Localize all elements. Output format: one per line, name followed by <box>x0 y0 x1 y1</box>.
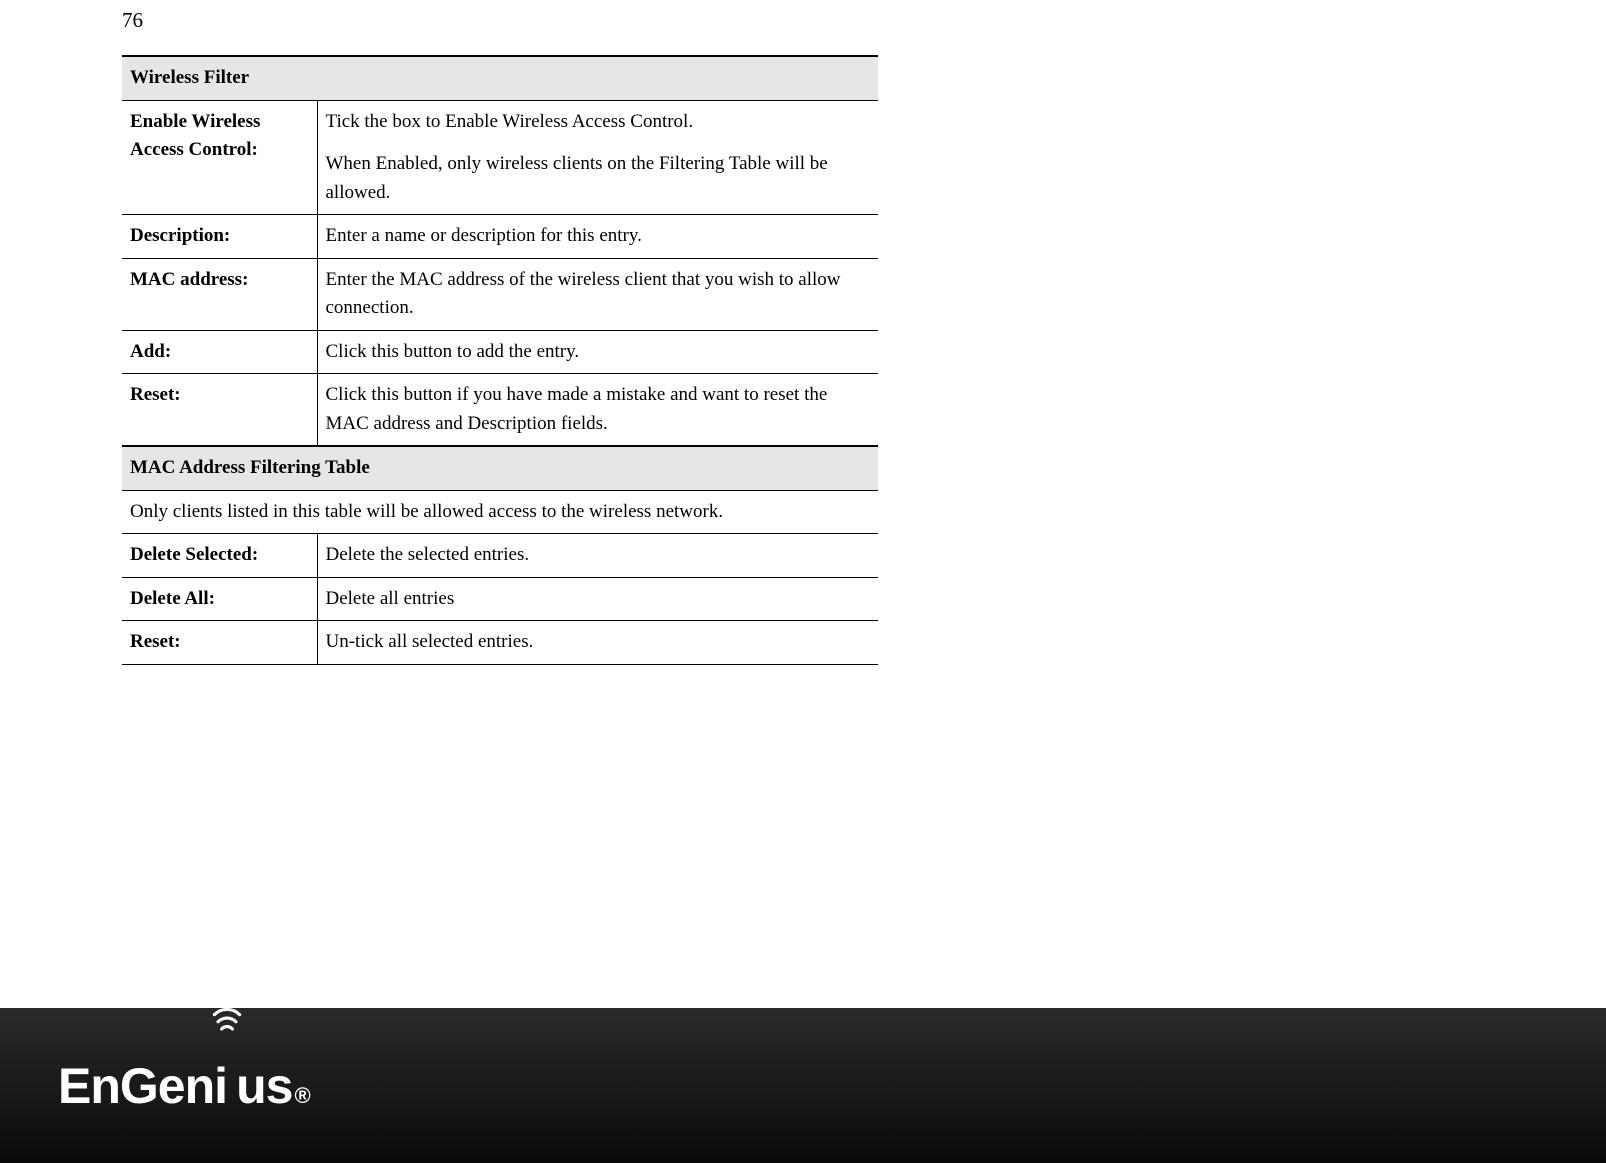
row-value-line1: Tick the box to Enable Wireless Access C… <box>326 108 871 137</box>
table-row-note: Only clients listed in this table will b… <box>122 490 878 534</box>
logo-wifi-container: i <box>214 1057 236 1115</box>
row-label: Enable Wireless Access Control: <box>122 100 317 215</box>
row-label: Add: <box>122 330 317 374</box>
table-row: Add: Click this button to add the entry. <box>122 330 878 374</box>
row-value: Tick the box to Enable Wireless Access C… <box>317 100 878 215</box>
wifi-icon <box>209 1002 245 1038</box>
logo-text-part2: us <box>236 1057 292 1115</box>
table-row: Delete Selected: Delete the selected ent… <box>122 534 878 578</box>
row-label: Description: <box>122 215 317 259</box>
row-value-line2: When Enabled, only wireless clients on t… <box>326 150 871 207</box>
row-value: Delete the selected entries. <box>317 534 878 578</box>
table-row: Reset: Un-tick all selected entries. <box>122 621 878 665</box>
row-label: Reset: <box>122 374 317 447</box>
table-row: Enable Wireless Access Control: Tick the… <box>122 100 878 215</box>
row-note: Only clients listed in this table will b… <box>122 490 878 534</box>
row-value: Click this button to add the entry. <box>317 330 878 374</box>
row-value: Un-tick all selected entries. <box>317 621 878 665</box>
section-header-label: Wireless Filter <box>122 56 878 100</box>
row-value: Delete all entries <box>317 577 878 621</box>
wireless-filter-table: Wireless Filter Enable Wireless Access C… <box>122 55 878 665</box>
table-row: Reset: Click this button if you have mad… <box>122 374 878 447</box>
page-number: 76 <box>122 8 143 33</box>
row-label: Reset: <box>122 621 317 665</box>
content-area: Wireless Filter Enable Wireless Access C… <box>122 55 878 665</box>
section-header-label: MAC Address Filtering Table <box>122 446 878 490</box>
logo-text-part1: EnGen <box>58 1057 214 1115</box>
footer: EnGen ius® <box>0 1008 1606 1163</box>
section-header-mac-table: MAC Address Filtering Table <box>122 446 878 490</box>
row-value: Enter a name or description for this ent… <box>317 215 878 259</box>
table-row: Description: Enter a name or description… <box>122 215 878 259</box>
table-row: MAC address: Enter the MAC address of th… <box>122 258 878 330</box>
registered-icon: ® <box>295 1083 311 1109</box>
engenius-logo: EnGen ius® <box>58 1057 311 1115</box>
row-label: Delete All: <box>122 577 317 621</box>
table-row: Delete All: Delete all entries <box>122 577 878 621</box>
row-value: Enter the MAC address of the wireless cl… <box>317 258 878 330</box>
row-label: MAC address: <box>122 258 317 330</box>
logo-i: i <box>214 1058 233 1114</box>
row-label: Delete Selected: <box>122 534 317 578</box>
row-value: Click this button if you have made a mis… <box>317 374 878 447</box>
section-header-wireless-filter: Wireless Filter <box>122 56 878 100</box>
